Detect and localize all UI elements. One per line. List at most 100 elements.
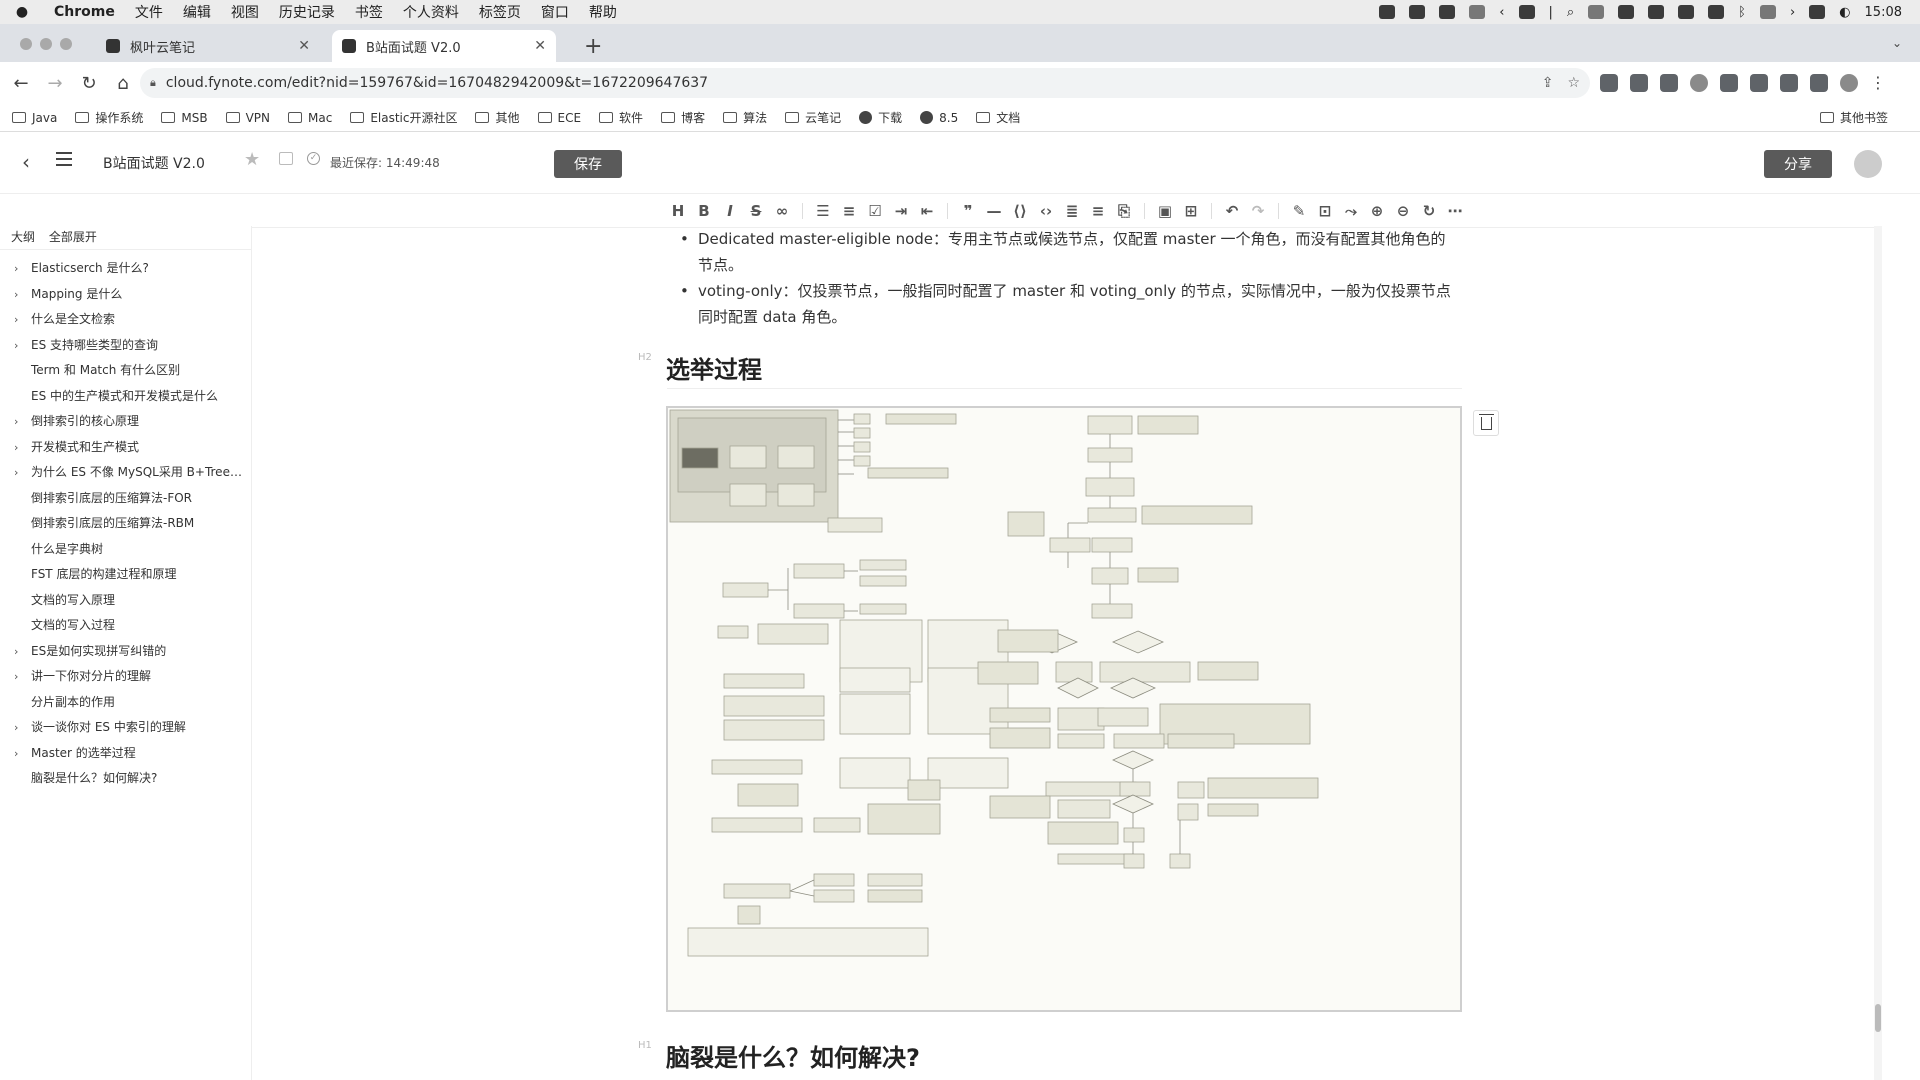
- bookmark-os[interactable]: 操作系统: [75, 109, 143, 126]
- apple-menu-icon[interactable]: ●: [0, 4, 44, 20]
- format-icon[interactable]: ≡: [1088, 202, 1108, 220]
- outline-item[interactable]: › ES 支持哪些类型的查询: [0, 333, 251, 359]
- mindmap-icon[interactable]: ⊡: [1315, 202, 1335, 220]
- menu-history[interactable]: 历史记录: [269, 2, 345, 22]
- hamburger-menu-icon[interactable]: [56, 152, 72, 166]
- section-heading[interactable]: 选举过程: [666, 350, 762, 385]
- outline-item[interactable]: Term 和 Match 有什么区别: [0, 358, 251, 384]
- outline-item[interactable]: › 为什么 ES 不像 MySQL采用 B+Trees...: [0, 460, 251, 486]
- outline-tab[interactable]: 大纲: [11, 230, 35, 244]
- expand-arrow-icon[interactable]: ›: [14, 409, 18, 435]
- expand-arrow-icon[interactable]: ›: [14, 282, 18, 308]
- back-arrow-icon[interactable]: ‹: [22, 150, 30, 174]
- minimize-window-button[interactable]: [40, 38, 52, 50]
- bookmark-elastic[interactable]: Elastic开源社区: [350, 109, 457, 126]
- new-tab-icon[interactable]: +: [584, 34, 602, 59]
- ordered-list-icon[interactable]: ≡: [839, 202, 859, 220]
- link-icon[interactable]: ∞: [772, 202, 792, 220]
- close-window-button[interactable]: [20, 38, 32, 50]
- move-folder-icon[interactable]: [279, 152, 293, 165]
- control-center-icon[interactable]: [1809, 5, 1826, 19]
- bookmark-download[interactable]: 下载: [859, 109, 902, 126]
- bookmark-algorithm[interactable]: 算法: [723, 109, 767, 126]
- inline-code-icon[interactable]: ⟨⟩: [1010, 202, 1030, 220]
- outline-item[interactable]: 文档的写入过程: [0, 613, 251, 639]
- share-page-icon[interactable]: ⇪: [1542, 75, 1554, 91]
- status-app-icon[interactable]: [1469, 5, 1486, 19]
- bookmark-other[interactable]: 其他: [475, 109, 520, 126]
- list-item-text[interactable]: voting-only：仅投票节点，一般指同时配置了 master 和 voti…: [698, 278, 1460, 330]
- zoom-window-button[interactable]: [60, 38, 72, 50]
- profile-avatar[interactable]: [1840, 73, 1858, 92]
- close-tab-icon[interactable]: ✕: [534, 38, 546, 54]
- bookmark-java[interactable]: Java: [12, 111, 57, 125]
- bookmark-vpn[interactable]: VPN: [225, 111, 270, 125]
- clock-text[interactable]: 15:08: [1865, 5, 1902, 20]
- menu-bookmarks[interactable]: 书签: [345, 2, 393, 22]
- side-panel-icon[interactable]: [1810, 73, 1828, 92]
- extension-icon[interactable]: [1690, 73, 1708, 92]
- attachment-icon[interactable]: ⎘: [1114, 202, 1134, 220]
- list-item[interactable]: Dedicated master-eligible node：专用主节点或候选节…: [680, 226, 1460, 278]
- extension-icon[interactable]: [1600, 73, 1618, 92]
- tab-fynote[interactable]: 枫叶云笔记 ✕: [96, 30, 320, 62]
- expand-arrow-icon[interactable]: ›: [14, 664, 18, 690]
- outline-item[interactable]: ES 中的生产模式和开发模式是什么: [0, 384, 251, 410]
- more-icon[interactable]: ⋯: [1445, 202, 1465, 220]
- horizontal-rule-icon[interactable]: —: [984, 202, 1004, 220]
- search-icon[interactable]: ⌕: [1567, 5, 1574, 20]
- outdent-icon[interactable]: ⇤: [917, 202, 937, 220]
- expand-arrow-icon[interactable]: ›: [14, 741, 18, 767]
- menu-profiles[interactable]: 个人资料: [393, 2, 469, 22]
- code-block-icon[interactable]: ‹›: [1036, 202, 1056, 220]
- scrollbar-thumb[interactable]: [1875, 1004, 1881, 1032]
- status-app-icon[interactable]: [1439, 5, 1456, 19]
- status-app-icon[interactable]: [1518, 5, 1535, 19]
- more-menu-icon[interactable]: ⋮: [1870, 73, 1886, 92]
- menu-tabs[interactable]: 标签页: [469, 2, 531, 22]
- status-app-icon[interactable]: [1618, 5, 1635, 19]
- document-title[interactable]: B站面试题 V2.0: [103, 153, 205, 173]
- edit-pen-icon[interactable]: ✎: [1289, 202, 1309, 220]
- outline-item[interactable]: 什么是字典树: [0, 537, 251, 563]
- outline-item[interactable]: › 谈一谈你对 ES 中索引的理解: [0, 715, 251, 741]
- menu-edit[interactable]: 编辑: [173, 2, 221, 22]
- bookmark-star-icon[interactable]: ☆: [1567, 75, 1580, 91]
- home-icon[interactable]: ⌂: [106, 73, 140, 94]
- list-item-text[interactable]: Dedicated master-eligible node：专用主节点或候选节…: [698, 226, 1460, 278]
- outline-item[interactable]: › ES是如何实现拼写纠错的: [0, 639, 251, 665]
- url-text[interactable]: cloud.fynote.com/edit?nid=159767&id=1670…: [166, 75, 1528, 91]
- redo-icon[interactable]: ↷: [1248, 202, 1268, 220]
- battery-icon[interactable]: [1588, 5, 1605, 19]
- zoom-in-icon[interactable]: ⊕: [1367, 202, 1387, 220]
- save-button[interactable]: 保存: [554, 150, 622, 178]
- outline-item[interactable]: › 什么是全文检索: [0, 307, 251, 333]
- back-icon[interactable]: ←: [4, 73, 38, 94]
- bookmark-msb[interactable]: MSB: [161, 111, 208, 125]
- status-app-icon[interactable]: [1648, 5, 1665, 19]
- bookmark-ece[interactable]: ECE: [537, 111, 581, 125]
- expand-arrow-icon[interactable]: ›: [14, 435, 18, 461]
- delete-image-button[interactable]: [1473, 410, 1499, 436]
- undo-icon[interactable]: ↶: [1222, 202, 1242, 220]
- reload-icon[interactable]: ↻: [72, 73, 106, 94]
- wifi-icon[interactable]: [1759, 5, 1776, 19]
- share-button[interactable]: 分享: [1764, 150, 1832, 178]
- menu-window[interactable]: 窗口: [531, 2, 579, 22]
- lock-icon[interactable]: 🔒︎: [150, 76, 156, 90]
- outline-item[interactable]: 分片副本的作用: [0, 690, 251, 716]
- italic-icon[interactable]: I: [720, 202, 740, 220]
- extensions-puzzle-icon[interactable]: [1780, 73, 1798, 92]
- outline-item[interactable]: › Elasticserch 是什么?: [0, 256, 251, 282]
- outline-item[interactable]: › Master 的选举过程: [0, 741, 251, 767]
- bullet-list-icon[interactable]: ☰: [813, 202, 833, 220]
- bookmark-blog[interactable]: 博客: [661, 109, 705, 126]
- outline-item[interactable]: › 开发模式和生产模式: [0, 435, 251, 461]
- table-icon[interactable]: ⊞: [1181, 202, 1201, 220]
- expand-arrow-icon[interactable]: ›: [14, 715, 18, 741]
- bookmark-software[interactable]: 软件: [599, 109, 643, 126]
- share-link-icon[interactable]: ⤳: [1341, 202, 1361, 220]
- clock-icon[interactable]: ◐: [1839, 5, 1850, 20]
- bookmark-mac[interactable]: Mac: [288, 111, 332, 125]
- bookmark-cloudnote[interactable]: 云笔记: [785, 109, 841, 126]
